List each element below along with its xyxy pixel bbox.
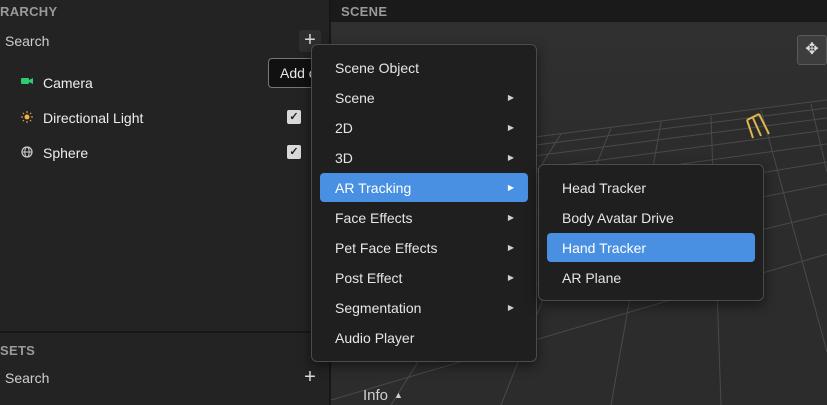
menu-item-2d[interactable]: 2D ▶: [320, 113, 528, 142]
camera-icon: [20, 76, 34, 90]
chevron-right-icon: ▶: [507, 183, 514, 192]
menu-item-ar-tracking[interactable]: AR Tracking ▶: [320, 173, 528, 202]
menu-item-segmentation[interactable]: Segmentation ▶: [320, 293, 528, 322]
hierarchy-title: RARCHY: [0, 4, 58, 19]
assets-search-input[interactable]: Search: [5, 370, 49, 386]
hierarchy-search-input[interactable]: Search: [5, 33, 49, 49]
chevron-right-icon: ▶: [507, 243, 514, 252]
hierarchy-item-sphere[interactable]: Sphere ✓: [0, 139, 310, 167]
chevron-right-icon: ▶: [507, 153, 514, 162]
assets-panel: SETS Search +: [0, 333, 329, 405]
chevron-right-icon: ▶: [507, 303, 514, 312]
item-label: Camera: [43, 75, 93, 91]
menu-item-scene[interactable]: Scene ▶: [320, 83, 528, 112]
item-label: Directional Light: [43, 110, 144, 126]
sun-icon: [20, 111, 34, 125]
menu-item-post-effect[interactable]: Post Effect ▶: [320, 263, 528, 292]
scene-title: SCENE: [341, 4, 388, 19]
menu-item-pet-face-effects[interactable]: Pet Face Effects ▶: [320, 233, 528, 262]
menu-item-audio-player[interactable]: Audio Player: [320, 323, 528, 352]
sphere-icon: [20, 146, 34, 160]
move-arrows-icon: ✥: [805, 41, 819, 58]
ar-tracking-submenu: Head Tracker Body Avatar Drive Hand Trac…: [538, 164, 764, 301]
chevron-right-icon: ▶: [507, 213, 514, 222]
info-toggle[interactable]: Info ▲: [363, 387, 403, 404]
hierarchy-panel: RARCHY Search + Camera Directional Light…: [0, 0, 329, 331]
chevron-right-icon: ▶: [507, 273, 514, 282]
menu-item-face-effects[interactable]: Face Effects ▶: [320, 203, 528, 232]
hierarchy-item-directional-light[interactable]: Directional Light ✓: [0, 104, 310, 132]
caret-up-icon: ▲: [394, 390, 403, 400]
add-asset-button[interactable]: +: [299, 367, 321, 389]
menu-item-3d[interactable]: 3D ▶: [320, 143, 528, 172]
chevron-right-icon: ▶: [507, 93, 514, 102]
add-object-menu: Scene Object Scene ▶ 2D ▶ 3D ▶ AR Tracking ▶…: [311, 44, 537, 362]
menu-item-scene-object[interactable]: Scene Object: [320, 53, 528, 82]
visibility-checkbox[interactable]: ✓: [287, 110, 301, 124]
move-tool-button[interactable]: ✥: [797, 35, 827, 65]
assets-title: SETS: [0, 343, 36, 358]
menu-item-ar-plane[interactable]: AR Plane: [547, 263, 755, 292]
camera-gizmo-icon[interactable]: [741, 108, 775, 142]
chevron-right-icon: ▶: [507, 123, 514, 132]
hierarchy-item-camera[interactable]: Camera: [0, 69, 310, 97]
menu-item-head-tracker[interactable]: Head Tracker: [547, 173, 755, 202]
item-label: Sphere: [43, 145, 89, 161]
menu-item-hand-tracker[interactable]: Hand Tracker: [547, 233, 755, 262]
visibility-checkbox[interactable]: ✓: [287, 145, 301, 159]
menu-item-body-avatar-drive[interactable]: Body Avatar Drive: [547, 203, 755, 232]
